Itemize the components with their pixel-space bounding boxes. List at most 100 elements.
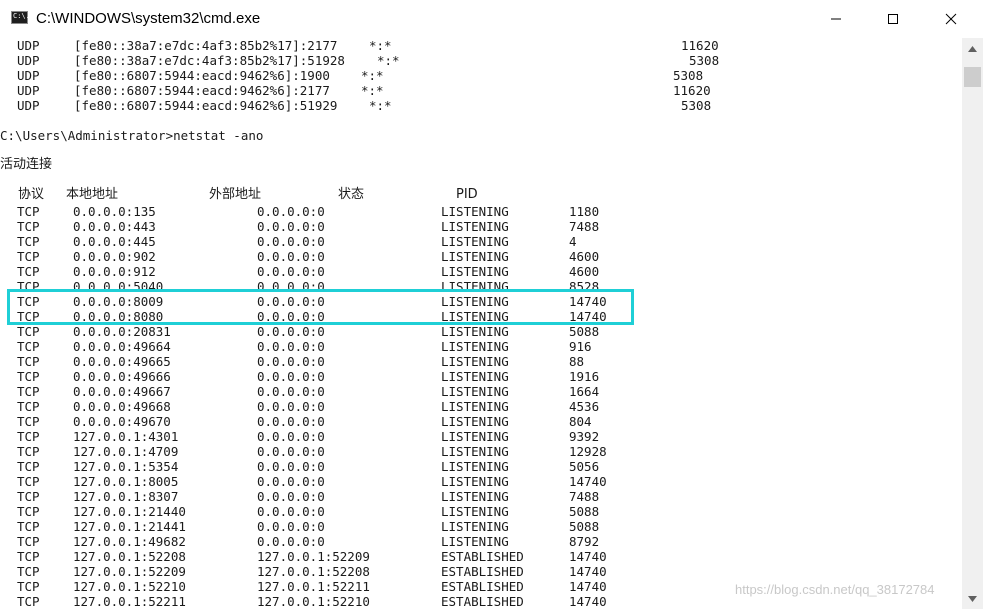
header-foreign: 外部地址 — [209, 187, 262, 202]
row-state: LISTENING — [441, 234, 509, 249]
udp-pid: 11620 — [673, 83, 711, 98]
row-local: 0.0.0.0:912 — [73, 264, 156, 279]
row-proto: TCP — [17, 369, 40, 384]
row-foreign: 127.0.0.1:52209 — [257, 549, 370, 564]
console-output[interactable]: UDP [fe80::38a7:e7dc:4af3:85b2%17]:2177*:… — [0, 38, 962, 609]
row-local: 127.0.0.1:52209 — [73, 564, 186, 579]
row-local: 127.0.0.1:21441 — [73, 519, 186, 534]
row-foreign: 0.0.0.0:0 — [257, 504, 325, 519]
row-pid: 1916 — [569, 369, 600, 384]
row-local: 0.0.0.0:20831 — [73, 324, 171, 339]
chevron-up-icon — [968, 45, 977, 52]
scroll-thumb[interactable] — [964, 67, 981, 87]
title-bar[interactable]: C:\. C:\WINDOWS\system32\cmd.exe — [0, 0, 983, 39]
udp-proto: UDP — [17, 98, 40, 113]
row-proto: TCP — [17, 579, 40, 594]
scroll-down-button[interactable] — [962, 588, 983, 609]
row-foreign: 0.0.0.0:0 — [257, 354, 325, 369]
row-local: 127.0.0.1:4301 — [73, 429, 179, 444]
row-local: 0.0.0.0:902 — [73, 249, 156, 264]
row-state: LISTENING — [441, 519, 509, 534]
row-local: 0.0.0.0:49665 — [73, 354, 171, 369]
row-proto: TCP — [17, 489, 40, 504]
row-state: ESTABLISHED — [441, 564, 524, 579]
row-proto: TCP — [17, 384, 40, 399]
row-state: LISTENING — [441, 474, 509, 489]
row-state: LISTENING — [441, 534, 509, 549]
row-state: ESTABLISHED — [441, 549, 524, 564]
chevron-down-icon — [968, 595, 977, 602]
row-pid: 1180 — [569, 204, 600, 219]
udp-foreign: *:* — [369, 98, 392, 113]
row-local: 0.0.0.0:443 — [73, 219, 156, 234]
row-pid: 4600 — [569, 249, 600, 264]
row-pid: 4 — [569, 234, 577, 249]
row-local: 0.0.0.0:49664 — [73, 339, 171, 354]
row-local: 0.0.0.0:49666 — [73, 369, 171, 384]
row-state: LISTENING — [441, 444, 509, 459]
row-foreign: 127.0.0.1:52208 — [257, 564, 370, 579]
scroll-up-button[interactable] — [962, 38, 983, 59]
udp-foreign: *:* — [361, 68, 384, 83]
vertical-scrollbar[interactable] — [962, 38, 983, 609]
row-proto: TCP — [17, 354, 40, 369]
row-pid: 9392 — [569, 429, 600, 444]
row-state: LISTENING — [441, 264, 509, 279]
row-foreign: 0.0.0.0:0 — [257, 369, 325, 384]
row-state: LISTENING — [441, 369, 509, 384]
row-foreign: 0.0.0.0:0 — [257, 219, 325, 234]
row-local: 0.0.0.0:49667 — [73, 384, 171, 399]
row-pid: 5088 — [569, 504, 600, 519]
row-foreign: 0.0.0.0:0 — [257, 234, 325, 249]
row-proto: TCP — [17, 519, 40, 534]
udp-local: [fe80::6807:5944:eacd:9462%6]:1900 — [74, 68, 330, 83]
row-foreign: 0.0.0.0:0 — [257, 474, 325, 489]
row-state: LISTENING — [441, 414, 509, 429]
row-local: 127.0.0.1:52208 — [73, 549, 186, 564]
row-pid: 88 — [569, 354, 585, 369]
row-proto: TCP — [17, 264, 40, 279]
udp-proto: UDP — [17, 83, 40, 98]
minimize-button[interactable] — [813, 0, 859, 38]
row-local: 0.0.0.0:49668 — [73, 399, 171, 414]
header-pid: PID — [456, 187, 478, 202]
row-state: LISTENING — [441, 504, 509, 519]
udp-foreign: *:* — [361, 83, 384, 98]
maximize-button[interactable] — [870, 0, 916, 38]
row-state: LISTENING — [441, 354, 509, 369]
row-local: 127.0.0.1:8005 — [73, 474, 179, 489]
row-local: 127.0.0.1:8307 — [73, 489, 179, 504]
row-pid: 14740 — [569, 474, 607, 489]
row-foreign: 0.0.0.0:0 — [257, 399, 325, 414]
row-proto: TCP — [17, 549, 40, 564]
row-pid: 14740 — [569, 564, 607, 579]
row-state: LISTENING — [441, 324, 509, 339]
row-state: LISTENING — [441, 459, 509, 474]
close-icon — [945, 13, 957, 25]
row-proto: TCP — [17, 459, 40, 474]
row-proto: TCP — [17, 564, 40, 579]
close-button[interactable] — [928, 0, 974, 38]
row-state: LISTENING — [441, 384, 509, 399]
row-foreign: 0.0.0.0:0 — [257, 489, 325, 504]
row-local: 127.0.0.1:5354 — [73, 459, 179, 474]
row-proto: TCP — [17, 594, 40, 609]
row-proto: TCP — [17, 324, 40, 339]
row-proto: TCP — [17, 474, 40, 489]
row-foreign: 0.0.0.0:0 — [257, 534, 325, 549]
row-foreign: 0.0.0.0:0 — [257, 384, 325, 399]
column-headers: 协议 本地地址 外部地址 状态 PID — [0, 186, 478, 204]
udp-proto: UDP — [17, 38, 40, 53]
cmd-icon-label: C:\. — [13, 12, 30, 20]
row-local: 0.0.0.0:445 — [73, 234, 156, 249]
row-proto: TCP — [17, 339, 40, 354]
row-state: LISTENING — [441, 399, 509, 414]
watermark: https://blog.csdn.net/qq_38172784 — [735, 582, 935, 597]
row-foreign: 0.0.0.0:0 — [257, 414, 325, 429]
row-proto: TCP — [17, 444, 40, 459]
header-state: 状态 — [338, 187, 365, 202]
udp-foreign: *:* — [377, 53, 400, 68]
udp-local: [fe80::38a7:e7dc:4af3:85b2%17]:2177 — [74, 38, 338, 53]
row-local: 127.0.0.1:52211 — [73, 594, 186, 609]
row-pid: 8792 — [569, 534, 600, 549]
